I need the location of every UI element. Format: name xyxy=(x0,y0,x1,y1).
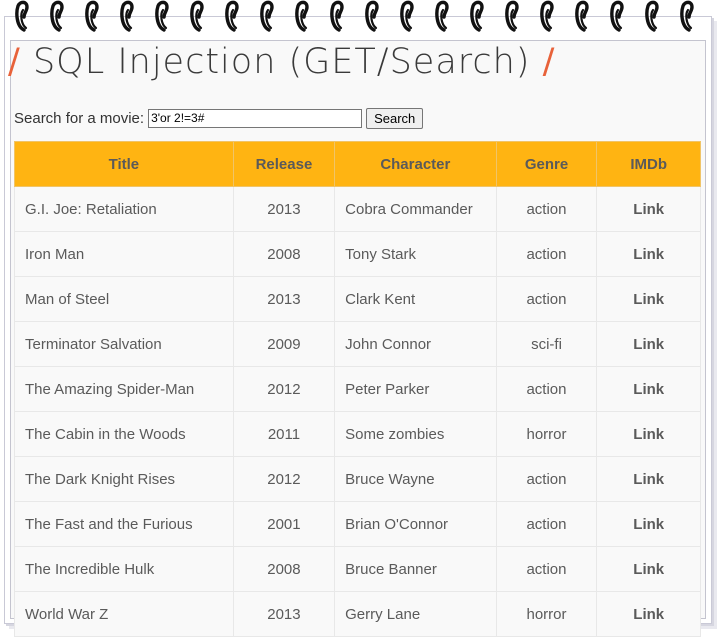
cell-title: The Cabin in the Woods xyxy=(14,411,234,457)
table-header-row: Title Release Character Genre IMDb xyxy=(14,141,701,187)
spiral-coil-icon xyxy=(644,0,679,32)
header-imdb: IMDb xyxy=(596,141,701,187)
cell-character: Brian O'Connor xyxy=(334,501,497,547)
spiral-coil-icon xyxy=(434,0,469,32)
imdb-link[interactable]: Link xyxy=(596,501,701,547)
imdb-link[interactable]: Link xyxy=(596,321,701,367)
search-label: Search for a movie: xyxy=(14,109,145,127)
header-title: Title xyxy=(14,141,234,187)
spiral-coil-icon xyxy=(49,0,84,32)
spiral-coil-icon xyxy=(364,0,399,32)
spiral-coil-icon xyxy=(189,0,224,32)
spiral-coil-icon xyxy=(294,0,329,32)
cell-character: Cobra Commander xyxy=(334,186,497,232)
spiral-coil-icon xyxy=(84,0,119,32)
imdb-link[interactable]: Link xyxy=(596,366,701,412)
cell-title: The Fast and the Furious xyxy=(14,501,234,547)
cell-genre: horror xyxy=(495,591,598,637)
table-row: G.I. Joe: Retaliation 2013 Cobra Commander… xyxy=(14,186,701,232)
table-row: Man of Steel 2013 Clark Kent action Link xyxy=(14,276,701,322)
imdb-link[interactable]: Link xyxy=(596,276,701,322)
title-text: SQL Injection (GET/Search) xyxy=(32,42,531,82)
table-row: The Amazing Spider-Man 2012 Peter Parker ac… xyxy=(14,366,701,412)
cell-title: Man of Steel xyxy=(14,276,234,322)
table-row: Iron Man 2008 Tony Stark action Link xyxy=(14,231,701,277)
spiral-coil-icon xyxy=(224,0,259,32)
cell-title: Iron Man xyxy=(14,231,234,277)
spiral-coil-icon xyxy=(329,0,364,32)
cell-release: 2012 xyxy=(232,366,336,412)
page-title: / SQL Injection (GET/Search) / xyxy=(8,42,555,88)
cell-title: G.I. Joe: Retaliation xyxy=(14,186,234,232)
imdb-link[interactable]: Link xyxy=(596,231,701,277)
cell-character: Bruce Wayne xyxy=(334,456,497,502)
table-row: The Cabin in the Woods 2011 Some zombies ho… xyxy=(14,411,701,457)
cell-release: 2012 xyxy=(232,456,336,502)
cell-genre: sci-fi xyxy=(495,321,598,367)
cell-character: Clark Kent xyxy=(334,276,497,322)
cell-character: Tony Stark xyxy=(334,231,497,277)
header-genre: Genre xyxy=(495,141,598,187)
cell-title: Terminator Salvation xyxy=(14,321,234,367)
cell-release: 2013 xyxy=(232,186,336,232)
table-row: The Incredible Hulk 2008 Bruce Banner actio… xyxy=(14,546,701,592)
spiral-coil-icon xyxy=(469,0,504,32)
cell-genre: action xyxy=(495,501,598,547)
cell-genre: action xyxy=(495,366,598,412)
header-character: Character xyxy=(334,141,497,187)
spiral-coil-icon xyxy=(119,0,154,32)
title-slash-left: / xyxy=(8,42,21,82)
spiral-coil-icon xyxy=(574,0,609,32)
spiral-coil-icon xyxy=(259,0,294,32)
table-row: The Fast and the Furious 2001 Brian O'Conn… xyxy=(14,501,701,547)
header-release: Release xyxy=(232,141,336,187)
cell-genre: action xyxy=(495,186,598,232)
imdb-link[interactable]: Link xyxy=(596,411,701,457)
cell-title: The Amazing Spider-Man xyxy=(14,366,234,412)
search-input[interactable] xyxy=(148,108,363,128)
spiral-coil-icon xyxy=(154,0,189,32)
table-row: The Dark Knight Rises 2012 Bruce Wayne acti… xyxy=(14,456,701,502)
spiral-coil-icon xyxy=(609,0,644,32)
spiral-binding xyxy=(14,0,714,32)
cell-release: 2011 xyxy=(232,411,336,457)
cell-genre: action xyxy=(495,546,598,592)
imdb-link[interactable]: Link xyxy=(596,186,701,232)
cell-character: Bruce Banner xyxy=(334,546,497,592)
cell-release: 2008 xyxy=(232,231,336,277)
imdb-link[interactable]: Link xyxy=(596,456,701,502)
spiral-coil-icon xyxy=(679,0,714,32)
cell-character: Some zombies xyxy=(334,411,497,457)
cell-title: The Dark Knight Rises xyxy=(14,456,234,502)
spiral-coil-icon xyxy=(14,0,49,32)
spiral-coil-icon xyxy=(399,0,434,32)
cell-release: 2013 xyxy=(232,591,336,637)
search-button[interactable]: Search xyxy=(366,107,424,129)
cell-character: Gerry Lane xyxy=(334,591,497,637)
cell-genre: action xyxy=(495,231,598,277)
cell-character: John Connor xyxy=(334,321,497,367)
title-slash-right: / xyxy=(542,42,556,82)
cell-release: 2001 xyxy=(232,501,336,547)
cell-genre: action xyxy=(495,276,598,322)
table-row: Terminator Salvation 2009 John Connor sci-f… xyxy=(14,321,701,367)
cell-genre: action xyxy=(495,456,598,502)
imdb-link[interactable]: Link xyxy=(596,546,701,592)
search-form: Search for a movie: Search xyxy=(14,107,424,129)
spiral-coil-icon xyxy=(539,0,574,32)
cell-release: 2008 xyxy=(232,546,336,592)
cell-title: World War Z xyxy=(14,591,234,637)
cell-genre: horror xyxy=(495,411,598,457)
cell-release: 2013 xyxy=(232,276,336,322)
cell-title: The Incredible Hulk xyxy=(14,546,234,592)
spiral-coil-icon xyxy=(504,0,539,32)
table-row: World War Z 2013 Gerry Lane horror Link xyxy=(14,591,701,637)
cell-character: Peter Parker xyxy=(334,366,497,412)
imdb-link[interactable]: Link xyxy=(596,591,701,637)
movies-table: Title Release Character Genre IMDb G.I. … xyxy=(14,141,701,637)
cell-release: 2009 xyxy=(232,321,336,367)
